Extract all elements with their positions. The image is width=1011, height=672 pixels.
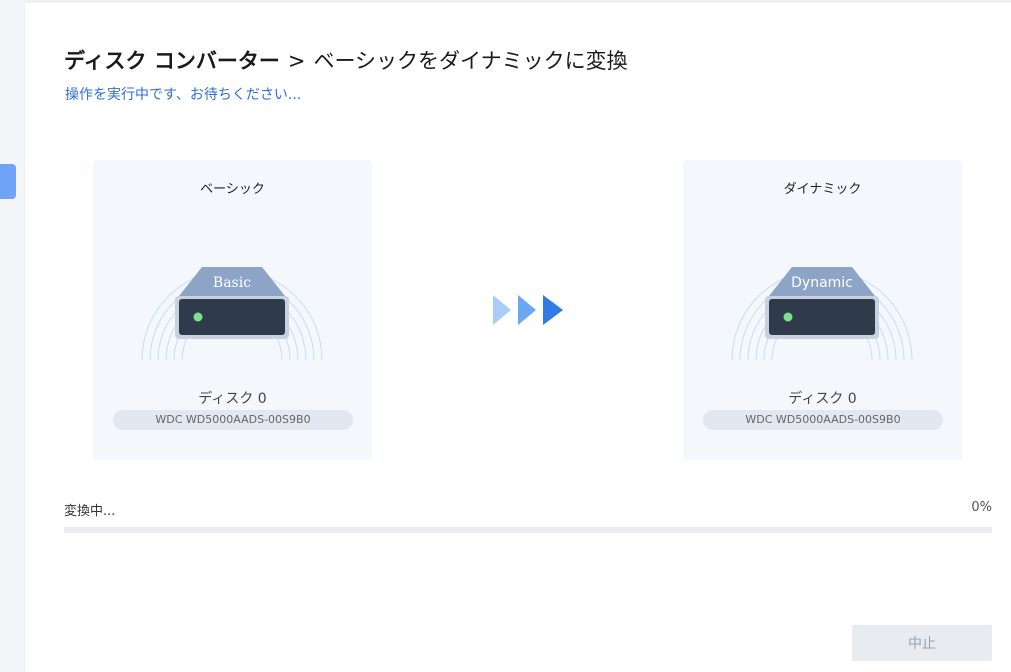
title-separator: > <box>287 49 306 73</box>
page-title-main: ディスク コンバーター <box>64 49 280 73</box>
target-disk-label: ディスク 0 <box>788 391 857 407</box>
source-disk-type: ベーシック <box>200 182 265 197</box>
target-disk-model: WDC WD5000AADS-00S9B0 <box>703 410 943 430</box>
stop-button[interactable]: 中止 <box>852 625 992 661</box>
triple-arrow-icon <box>493 295 563 325</box>
target-disk-card: ダイナミック Dynamic ディスク 0 WDC WD5000AADS-00S… <box>683 160 962 460</box>
source-disk-label: ディスク 0 <box>198 391 267 407</box>
progress-bar <box>64 527 992 533</box>
disk-drive-icon: Basic <box>141 267 323 361</box>
top-divider <box>24 0 1011 3</box>
source-disk-badge: Basic <box>213 275 251 291</box>
progress-label: 変換中... <box>64 504 116 519</box>
target-disk-badge: Dynamic <box>791 275 853 291</box>
sidebar-active-tab[interactable] <box>0 164 16 199</box>
page-title: ディスク コンバーター > ベーシックをダイナミックに変換 <box>64 45 628 75</box>
progress-percent: 0% <box>971 500 992 515</box>
status-message: 操作を実行中です、お待ちください... <box>65 87 302 103</box>
source-disk-model: WDC WD5000AADS-00S9B0 <box>113 410 353 430</box>
page-title-sub: ベーシックをダイナミックに変換 <box>313 49 628 73</box>
target-disk-type: ダイナミック <box>783 182 862 197</box>
source-disk-card: ベーシック Basic ディスク 0 WDC WD5000AADS-00S9B0 <box>93 160 372 460</box>
disk-drive-icon: Dynamic <box>731 267 913 361</box>
sidebar-strip <box>0 0 25 672</box>
